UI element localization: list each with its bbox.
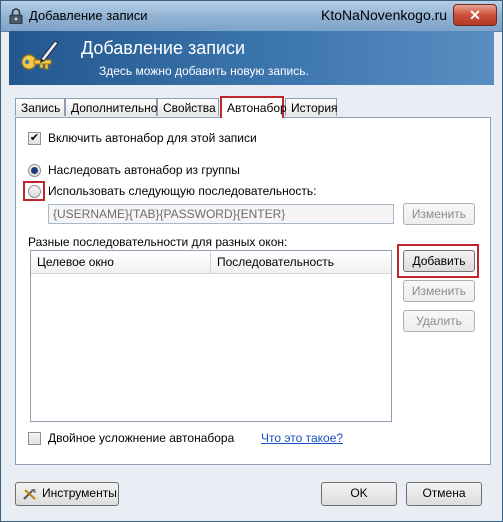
banner-title: Добавление записи: [81, 38, 246, 58]
tab-properties[interactable]: Свойства: [157, 98, 219, 116]
tab-advanced[interactable]: Дополнительно: [65, 98, 157, 116]
dialog-banner: Добавление записи Здесь можно добавить н…: [9, 31, 494, 85]
close-button[interactable]: ✕: [453, 4, 497, 26]
key-pen-icon: [21, 40, 59, 70]
window-sequence-list[interactable]: Целевое окно Последовательность: [30, 250, 392, 422]
column-sequence[interactable]: Последовательность: [211, 251, 391, 273]
tab-autotype[interactable]: Автонабор: [220, 96, 287, 118]
cancel-button[interactable]: Отмена: [406, 482, 482, 506]
tab-entry[interactable]: Запись: [15, 98, 65, 116]
delete-window-sequence-button[interactable]: Удалить: [403, 310, 475, 332]
add-entry-dialog: Добавление записи KtoNaNovenkogo.ru ✕ До…: [0, 0, 503, 522]
tools-button[interactable]: Инструменты: [15, 482, 119, 506]
autotype-panel: ✔ Включить автонабор для этой записи Нас…: [15, 117, 491, 465]
tools-label: Инструменты: [42, 486, 117, 500]
enable-autotype-checkbox[interactable]: ✔: [28, 132, 41, 145]
custom-sequence-label: Использовать следующую последовательност…: [48, 184, 317, 198]
add-sequence-button[interactable]: Добавить: [403, 250, 475, 272]
edit-window-sequence-button[interactable]: Изменить: [403, 280, 475, 302]
tab-history[interactable]: История: [285, 98, 338, 116]
inherit-autotype-radio[interactable]: [28, 164, 41, 177]
obfuscation-label: Двойное усложнение автонабора: [48, 431, 235, 445]
inherit-autotype-label: Наследовать автонабор из группы: [48, 163, 240, 177]
tools-icon: [23, 489, 36, 500]
custom-sequence-radio[interactable]: [28, 185, 41, 198]
watermark: KtoNaNovenkogo.ru: [321, 7, 448, 23]
sequence-input[interactable]: {USERNAME}{TAB}{PASSWORD}{ENTER}: [48, 204, 394, 224]
window-sequences-label: Разные последовательности для разных око…: [28, 235, 288, 249]
window-title: Добавление записи: [29, 8, 148, 23]
edit-sequence-button[interactable]: Изменить: [403, 203, 475, 225]
help-link[interactable]: Что это такое?: [261, 431, 343, 445]
enable-autotype-label: Включить автонабор для этой записи: [48, 131, 257, 145]
title-bar[interactable]: Добавление записи KtoNaNovenkogo.ru ✕: [1, 1, 502, 32]
obfuscation-checkbox[interactable]: [28, 432, 41, 445]
column-target-window[interactable]: Целевое окно: [31, 251, 211, 273]
lock-icon: [9, 8, 23, 24]
list-header: Целевое окно Последовательность: [31, 251, 391, 274]
banner-subtitle: Здесь можно добавить новую запись.: [99, 64, 309, 78]
ok-button[interactable]: OK: [321, 482, 397, 506]
